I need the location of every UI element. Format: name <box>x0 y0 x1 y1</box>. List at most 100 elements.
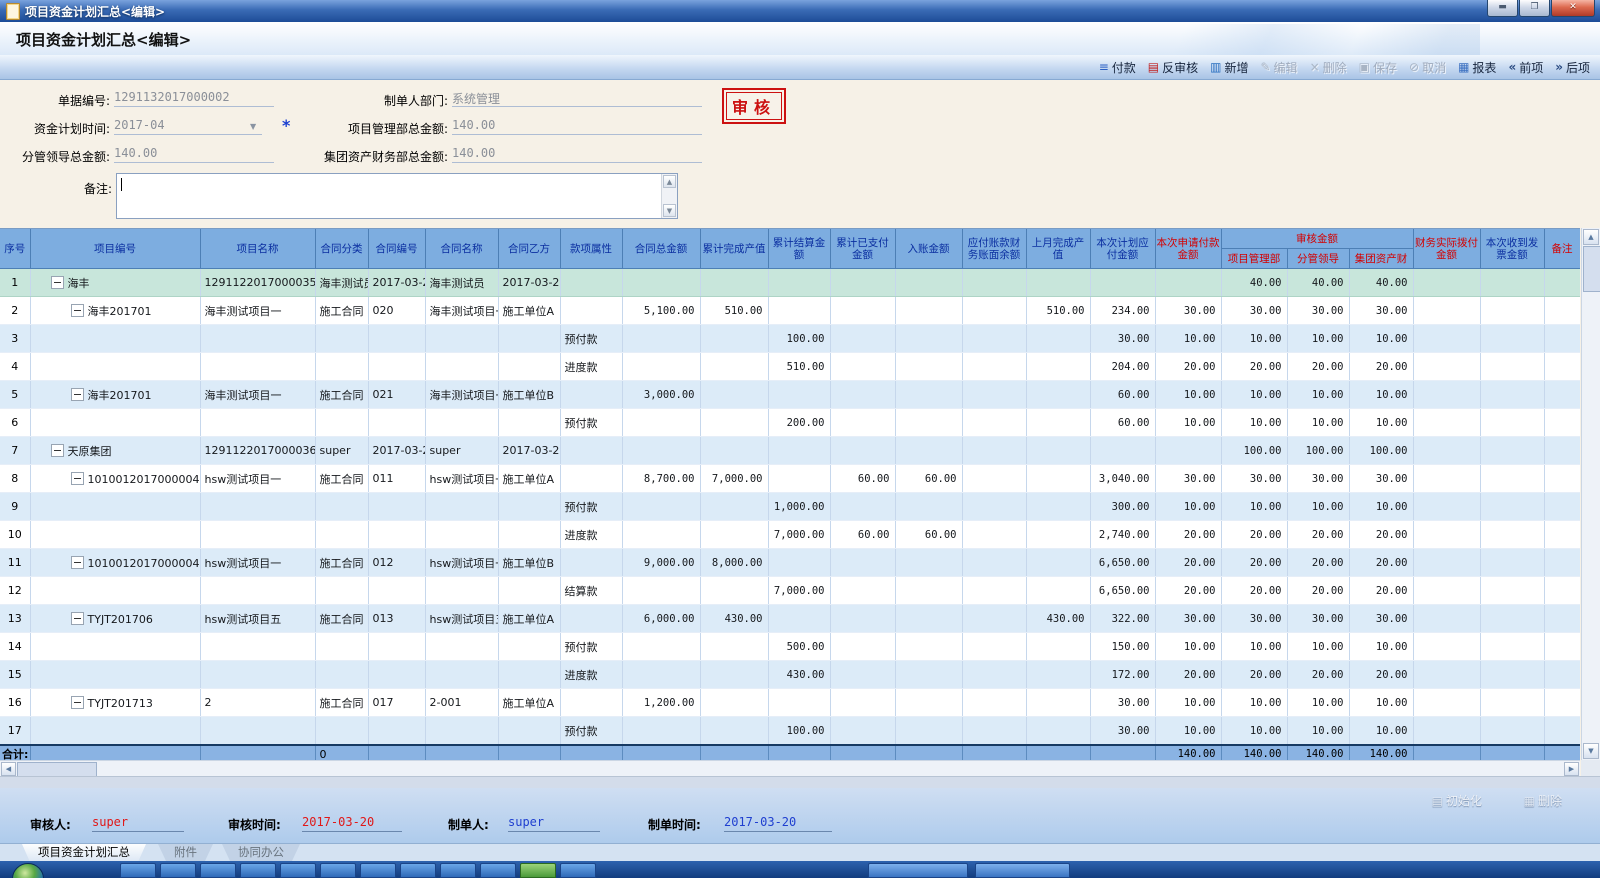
col-header[interactable]: 合同总金额 <box>622 229 700 269</box>
col-header[interactable]: 备注 <box>1544 229 1580 269</box>
tab-collaboration[interactable]: 协同办公 <box>222 844 300 861</box>
table-row[interactable]: 12结算款7,000.006,650.0020.0020.0020.0020.0… <box>0 577 1580 605</box>
col-header[interactable]: 财务实际拨付金额 <box>1413 229 1480 269</box>
col-header[interactable]: 合同乙方 <box>498 229 560 269</box>
expand-icon[interactable] <box>71 556 84 569</box>
leader-total-field[interactable]: 140.00 <box>114 146 274 163</box>
table-row[interactable]: 111010012017000004hsw测试项目一施工合同012hsw测试项目… <box>0 549 1580 577</box>
col-header[interactable]: 上月完成产值 <box>1026 229 1090 269</box>
scroll-up-icon[interactable]: ▲ <box>1583 229 1599 245</box>
scroll-left-icon[interactable]: ◀ <box>1 762 16 776</box>
minimize-button[interactable]: ▬ <box>1487 0 1518 17</box>
table-row[interactable]: 16TYJT2017132施工合同0172-001施工单位A1,200.0030… <box>0 689 1580 717</box>
col-header[interactable]: 合同分类 <box>315 229 368 269</box>
table-row[interactable]: 13TYJT201706hsw测试项目五施工合同013hsw测试项目五施工单位A… <box>0 605 1580 633</box>
toolbar-button-pay[interactable]: ≡付款 <box>1099 59 1136 76</box>
restore-button[interactable]: ❐ <box>1519 0 1550 17</box>
table-row[interactable]: 17预付款100.0030.0010.0010.0010.0010.00 <box>0 717 1580 746</box>
col-header[interactable]: 本次申请付款金额 <box>1155 229 1221 269</box>
taskbar-item[interactable] <box>240 863 276 878</box>
table-row[interactable]: 10进度款7,000.0060.0060.002,740.0020.0020.0… <box>0 521 1580 549</box>
close-button[interactable]: ✕ <box>1551 0 1595 17</box>
scroll-down-icon[interactable]: ▼ <box>663 204 676 217</box>
taskbar-item[interactable] <box>200 863 236 878</box>
taskbar-item[interactable] <box>480 863 516 878</box>
tab-attachment[interactable]: 附件 <box>158 844 213 861</box>
taskbar-item[interactable] <box>320 863 356 878</box>
col-subheader[interactable]: 项目管理部 <box>1221 249 1287 269</box>
taskbar-item[interactable] <box>520 863 556 878</box>
col-header[interactable]: 项目编号 <box>30 229 200 269</box>
expand-icon[interactable] <box>71 612 84 625</box>
col-header[interactable]: 累计已支付金额 <box>830 229 895 269</box>
cell <box>830 689 895 717</box>
expand-icon[interactable] <box>51 276 64 289</box>
col-header[interactable]: 累计完成产值 <box>700 229 768 269</box>
table-row[interactable]: 6预付款200.0060.0010.0010.0010.0010.00 <box>0 409 1580 437</box>
col-header[interactable]: 合同名称 <box>425 229 498 269</box>
col-header[interactable]: 序号 <box>0 229 30 269</box>
footer-delete-button[interactable]: ▦ 删除 <box>1524 792 1562 809</box>
table-row[interactable]: 15进度款430.00172.0020.0020.0020.0020.00 <box>0 661 1580 689</box>
table-row[interactable]: 81010012017000004hsw测试项目一施工合同011hsw测试项目一… <box>0 465 1580 493</box>
horizontal-scrollbar[interactable]: ◀ ▶ <box>0 760 1580 777</box>
col-header[interactable]: 本次计划应付金额 <box>1090 229 1155 269</box>
remark-scrollbar[interactable]: ▲ ▼ <box>661 174 677 218</box>
expand-icon[interactable] <box>71 388 84 401</box>
expand-icon[interactable] <box>71 304 84 317</box>
expand-icon[interactable] <box>71 472 84 485</box>
col-header[interactable]: 项目名称 <box>200 229 315 269</box>
taskbar-item[interactable] <box>400 863 436 878</box>
expand-icon[interactable] <box>71 696 84 709</box>
scroll-up-icon[interactable]: ▲ <box>663 175 676 188</box>
table-row[interactable]: 2海丰201701海丰测试项目一施工合同020海丰测试项目一施工单位A5,100… <box>0 297 1580 325</box>
start-button[interactable] <box>12 863 44 878</box>
vertical-scroll-thumb[interactable] <box>1583 246 1600 292</box>
chevron-down-icon[interactable]: ▼ <box>250 122 256 131</box>
taskbar-item[interactable] <box>868 863 968 878</box>
taskbar-item[interactable] <box>160 863 196 878</box>
plan-time-dropdown[interactable]: 2017-04 <box>114 118 262 135</box>
pm-total-field[interactable]: 140.00 <box>452 118 702 135</box>
col-header[interactable]: 入账金额 <box>895 229 962 269</box>
toolbar-button-next[interactable]: »后项 <box>1555 59 1590 76</box>
cell <box>622 325 700 353</box>
col-group-header[interactable]: 审核金额 <box>1221 229 1413 249</box>
col-header[interactable]: 款项属性 <box>560 229 622 269</box>
taskbar-item[interactable] <box>280 863 316 878</box>
maker-dept-field[interactable]: 系统管理 <box>452 90 702 107</box>
taskbar-item[interactable] <box>560 863 596 878</box>
col-subheader[interactable]: 集团资产财 <box>1349 249 1413 269</box>
scroll-right-icon[interactable]: ▶ <box>1564 762 1579 776</box>
taskbar-item[interactable] <box>120 863 156 878</box>
table-row[interactable]: 7天原集团1291122017000036super2017-03-20supe… <box>0 437 1580 465</box>
expand-icon[interactable] <box>51 444 64 457</box>
col-header[interactable]: 应付账款财务账面余额 <box>962 229 1026 269</box>
cell: 20.00 <box>1155 577 1221 605</box>
table-row[interactable]: 14预付款500.00150.0010.0010.0010.0010.00 <box>0 633 1580 661</box>
vertical-scrollbar[interactable]: ▲ ▼ <box>1581 228 1600 760</box>
toolbar-button-add[interactable]: ▥新增 <box>1210 59 1248 76</box>
remark-textarea[interactable]: ▲ ▼ <box>116 173 678 219</box>
taskbar-item[interactable] <box>360 863 396 878</box>
tab-main[interactable]: 项目资金计划汇总 <box>22 844 146 862</box>
toolbar-button-unaudit[interactable]: ▤反审核 <box>1148 59 1198 76</box>
toolbar-button-prev[interactable]: «前项 <box>1508 59 1543 76</box>
taskbar-item[interactable] <box>440 863 476 878</box>
taskbar-item[interactable] <box>975 863 1070 878</box>
table-row[interactable]: 5海丰201701海丰测试项目一施工合同021海丰测试项目一施工单位B3,000… <box>0 381 1580 409</box>
table-row[interactable]: 3预付款100.0030.0010.0010.0010.0010.00 <box>0 325 1580 353</box>
col-header[interactable]: 本次收到发票金额 <box>1480 229 1544 269</box>
table-row[interactable]: 1海丰1291122017000035海丰测试员2017-03-20海丰测试员2… <box>0 269 1580 297</box>
cell <box>622 269 700 297</box>
col-header[interactable]: 累计结算金额 <box>768 229 830 269</box>
col-header[interactable]: 合同编号 <box>368 229 425 269</box>
table-row[interactable]: 4进度款510.00204.0020.0020.0020.0020.00 <box>0 353 1580 381</box>
finance-total-field[interactable]: 140.00 <box>452 146 702 163</box>
doc-no-field[interactable]: 1291132017000002 <box>114 90 274 107</box>
initialize-button[interactable]: ▤ 初始化 <box>1432 792 1482 809</box>
table-row[interactable]: 9预付款1,000.00300.0010.0010.0010.0010.00 <box>0 493 1580 521</box>
col-subheader[interactable]: 分管领导 <box>1287 249 1349 269</box>
toolbar-button-report[interactable]: ▦报表 <box>1458 59 1496 76</box>
scroll-down-icon[interactable]: ▼ <box>1583 743 1599 759</box>
